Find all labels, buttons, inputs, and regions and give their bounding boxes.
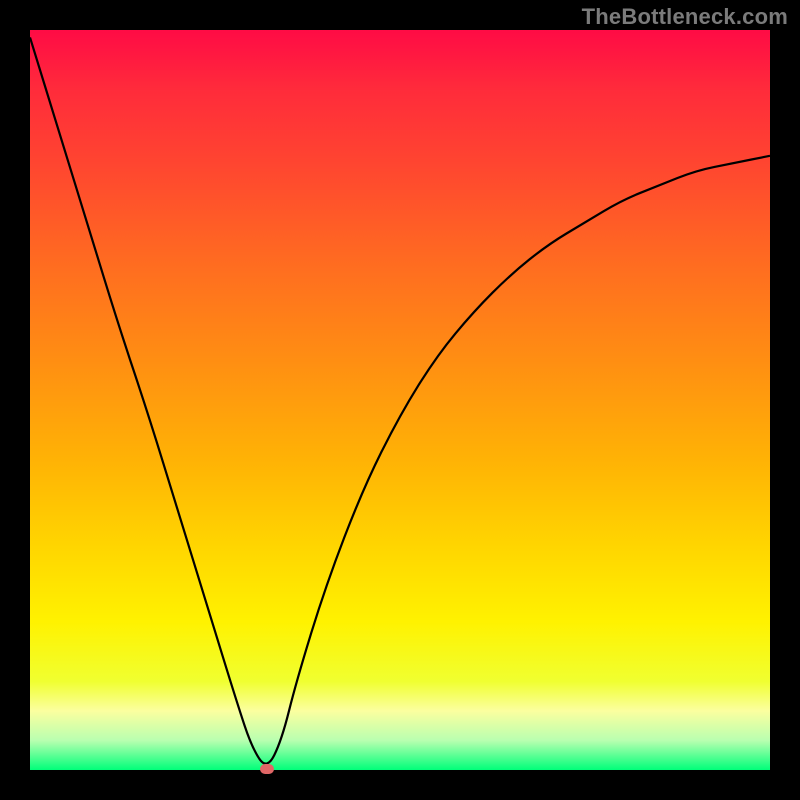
optimal-point-marker bbox=[260, 764, 274, 774]
curve-svg bbox=[30, 30, 770, 770]
plot-area bbox=[30, 30, 770, 770]
watermark-label: TheBottleneck.com bbox=[582, 4, 788, 30]
chart-frame: TheBottleneck.com bbox=[0, 0, 800, 800]
bottleneck-curve-path bbox=[30, 37, 770, 763]
